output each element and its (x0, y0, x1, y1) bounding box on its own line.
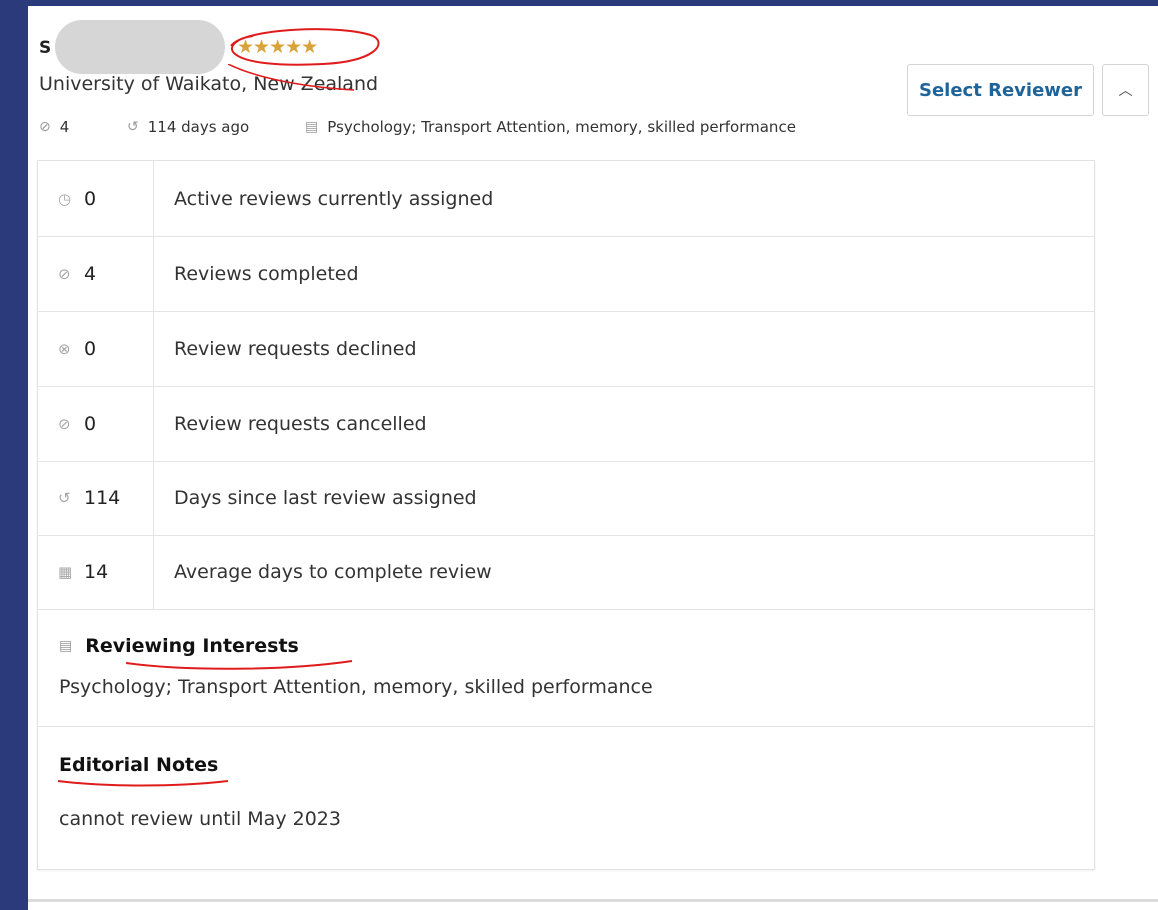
stat-label: Active reviews currently assigned (174, 187, 494, 210)
stat-row: ↺ 114 Days since last review assigned (38, 460, 1094, 536)
x-circle-icon: ⊗ (58, 339, 71, 358)
stat-label: Days since last review assigned (174, 486, 477, 509)
chevron-up-icon: ︿ (1118, 83, 1133, 99)
clock-icon: ◷ (58, 189, 72, 208)
history-icon: ↺ (127, 119, 139, 135)
stat-value-cell: ⊗ 0 (38, 311, 154, 386)
stat-label: Reviews completed (174, 262, 359, 285)
notes-heading: Editorial Notes (59, 754, 219, 776)
stat-value-cell: ▦ 14 (38, 534, 154, 609)
stat-label: Average days to complete review (174, 560, 492, 583)
calendar-icon: ▦ (58, 562, 73, 581)
reviewer-meta: ⊘ 4 ↺ 114 days ago ▤ Psychology; Transpo… (39, 118, 796, 136)
stat-label: Review requests cancelled (174, 412, 427, 435)
stat-label: Review requests declined (174, 337, 417, 360)
name-redaction (55, 20, 225, 74)
editorial-notes-section: Editorial Notes cannot review until May … (38, 727, 1094, 869)
interests-text: Psychology; Transport Attention, memory,… (59, 676, 653, 698)
stat-row: ▦ 14 Average days to complete review (38, 534, 1094, 610)
stat-value: 4 (84, 262, 97, 285)
stat-row: ⊘ 4 Reviews completed (38, 236, 1094, 312)
check-circle-icon: ⊘ (39, 119, 51, 135)
stat-row: ◷ 0 Active reviews currently assigned (38, 161, 1094, 237)
meta-completed-count: 4 (59, 118, 70, 136)
stat-value: 0 (84, 337, 97, 360)
ban-icon: ⊘ (58, 414, 71, 433)
panel-divider (28, 899, 1158, 902)
meta-interests: ▤ Psychology; Transport Attention, memor… (305, 118, 796, 136)
stat-value: 0 (84, 412, 97, 435)
stat-value-cell: ↺ 114 (38, 460, 154, 535)
meta-completed: ⊘ 4 (39, 118, 127, 136)
reviewer-panel: S ★★★★★ University of Waikato, New Zeala… (28, 6, 1158, 910)
notes-text: cannot review until May 2023 (59, 808, 341, 830)
annotation-circle (230, 28, 380, 66)
book-icon: ▤ (305, 119, 319, 135)
stat-value: 114 (84, 486, 121, 509)
check-circle-icon: ⊘ (58, 264, 71, 283)
stat-value-cell: ⊘ 0 (38, 386, 154, 461)
stat-value-cell: ◷ 0 (38, 161, 154, 236)
stat-value-cell: ⊘ 4 (38, 236, 154, 311)
stat-value: 0 (84, 187, 97, 210)
select-reviewer-button[interactable]: Select Reviewer (907, 64, 1094, 116)
annotation-stroke (228, 64, 355, 91)
interests-heading: ▤ Reviewing Interests (59, 635, 299, 657)
annotation-underline (125, 660, 353, 670)
reviewer-details-card: ◷ 0 Active reviews currently assigned ⊘ … (37, 160, 1095, 870)
reviewing-interests-section: ▤ Reviewing Interests Psychology; Transp… (38, 609, 1094, 727)
meta-last-assigned: ↺ 114 days ago (127, 118, 305, 136)
stat-row: ⊗ 0 Review requests declined (38, 311, 1094, 387)
meta-interests-text: Psychology; Transport Attention, memory,… (327, 118, 796, 136)
book-icon: ▤ (59, 638, 73, 654)
stat-value: 14 (84, 560, 109, 583)
history-icon: ↺ (58, 488, 71, 507)
interests-heading-text: Reviewing Interests (85, 635, 299, 657)
stat-row: ⊘ 0 Review requests cancelled (38, 386, 1094, 462)
annotation-underline (57, 780, 229, 787)
collapse-button[interactable]: ︿ (1102, 64, 1149, 116)
reviewer-name: S (39, 38, 52, 58)
meta-last-assigned-text: 114 days ago (147, 118, 250, 136)
